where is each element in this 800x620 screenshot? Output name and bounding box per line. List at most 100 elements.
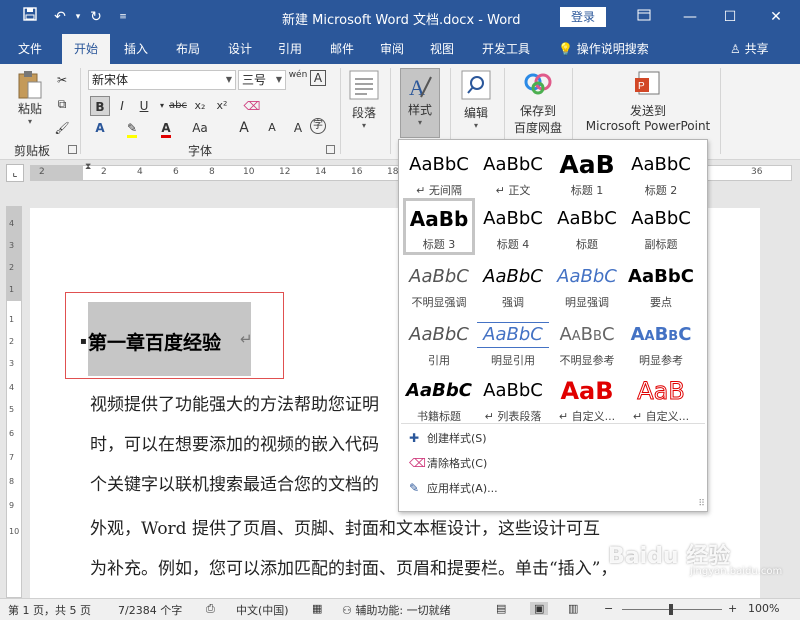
style-heading-1[interactable]: AaB 标题 1 <box>551 144 623 201</box>
strikethrough-button[interactable]: abc <box>168 96 188 116</box>
shrink-font-button[interactable]: A <box>262 118 282 138</box>
character-shading-icon[interactable]: A <box>288 118 308 138</box>
tab-developer[interactable]: 开发工具 <box>474 34 538 64</box>
font-name-combo[interactable]: 新宋体 ▼ <box>88 70 236 90</box>
login-button[interactable]: 登录 <box>560 7 606 27</box>
style-strong[interactable]: AaBbC 要点 <box>625 256 697 313</box>
vertical-ruler[interactable]: 4 3 2 1 1 2 3 4 5 6 7 8 9 10 <box>6 206 22 598</box>
customize-quick-access-icon[interactable]: ≡ <box>113 7 133 27</box>
grow-font-button[interactable]: A <box>234 118 254 138</box>
lightbulb-icon: 💡 <box>558 42 573 56</box>
character-border-icon[interactable]: A <box>310 70 326 86</box>
font-launcher-icon[interactable] <box>326 145 335 154</box>
vertical-scrollbar[interactable] <box>778 186 800 598</box>
body-line[interactable]: 个关键字以联机搜索最适合您的文档的 <box>90 470 379 495</box>
phonetic-guide-button[interactable]: wén <box>288 70 308 90</box>
style-list-paragraph[interactable]: AaBbC ↵ 列表段落 <box>477 370 549 427</box>
tab-home[interactable]: 开始 <box>62 34 110 64</box>
style-custom-2[interactable]: AaB ↵ 自定义... <box>625 370 697 427</box>
tab-insert[interactable]: 插入 <box>114 34 158 64</box>
zoom-slider-thumb[interactable] <box>669 604 673 615</box>
style-emphasis[interactable]: AaBbC 强调 <box>477 256 549 313</box>
style-no-spacing[interactable]: AaBbC ↵ 无间隔 <box>403 144 475 201</box>
ribbon-display-options-icon[interactable] <box>632 5 656 29</box>
bold-button[interactable]: B <box>90 96 110 116</box>
indent-marker-icon[interactable]: ⧗ <box>85 162 91 172</box>
subscript-button[interactable]: x₂ <box>190 96 210 116</box>
style-intense-quote[interactable]: AaBbC 明显引用 <box>477 314 549 371</box>
language-indicator[interactable]: 中文(中国) <box>236 602 289 618</box>
superscript-button[interactable]: x² <box>212 96 232 116</box>
close-icon[interactable]: ✕ <box>764 5 788 29</box>
save-to-baidu-button[interactable]: 保存到 百度网盘 <box>508 70 568 136</box>
tab-review[interactable]: 审阅 <box>370 34 414 64</box>
proofing-icon[interactable]: ⎙ <box>206 602 215 616</box>
underline-button[interactable]: U <box>134 96 154 116</box>
save-icon[interactable] <box>20 7 40 27</box>
enclose-characters-icon[interactable]: 字 <box>310 118 326 134</box>
create-style-menu-item[interactable]: ✚ 创建样式(S) <box>409 427 699 449</box>
accessibility-status[interactable]: ⚇ 辅助功能: 一切就绪 <box>342 602 451 618</box>
tell-me-search[interactable]: 💡 操作说明搜索 <box>558 34 649 64</box>
zoom-out-button[interactable]: − <box>604 602 613 615</box>
redo-icon[interactable]: ↻ <box>86 7 106 27</box>
text-effects-button[interactable]: A <box>90 118 110 138</box>
minimize-icon[interactable]: — <box>678 5 702 29</box>
style-subtle-reference[interactable]: AaBbC 不明显参考 <box>551 314 623 371</box>
body-line[interactable]: 外观，Word 提供了页眉、页脚、封面和文本框设计，这些设计可互 <box>90 514 600 539</box>
style-heading-2[interactable]: AaBbC 标题 2 <box>625 144 697 201</box>
document-heading[interactable]: 第一章百度经验 <box>88 328 221 355</box>
macro-icon[interactable]: ▦ <box>312 602 322 615</box>
undo-icon[interactable]: ↶ <box>50 7 70 27</box>
web-layout-icon[interactable]: ▥ <box>568 602 578 615</box>
change-case-button[interactable]: Aa <box>190 118 210 138</box>
style-heading-4[interactable]: AaBbC 标题 4 <box>477 198 549 255</box>
tab-layout[interactable]: 布局 <box>166 34 210 64</box>
paste-button[interactable]: 粘贴 ▾ <box>12 70 48 126</box>
paragraph-button[interactable]: 段落 ▾ <box>346 70 382 130</box>
tab-design[interactable]: 设计 <box>218 34 262 64</box>
word-count[interactable]: 7/2384 个字 <box>118 602 182 618</box>
print-layout-icon[interactable]: ▣ <box>530 602 549 615</box>
style-title[interactable]: AaBbC 标题 <box>551 198 623 255</box>
style-custom-1[interactable]: AaB ↵ 自定义... <box>551 370 623 427</box>
zoom-in-button[interactable]: + <box>728 602 737 615</box>
read-mode-icon[interactable]: ▤ <box>496 602 506 615</box>
body-line[interactable]: 视频提供了功能强大的方法帮助您证明 <box>90 390 379 415</box>
italic-button[interactable]: I <box>112 96 132 116</box>
apply-styles-menu-item[interactable]: ✎ 应用样式(A)... <box>409 477 699 499</box>
font-size-combo[interactable]: 三号 ▼ <box>238 70 286 90</box>
style-subtitle[interactable]: AaBbC 副标题 <box>625 198 697 255</box>
send-to-powerpoint-button[interactable]: P 发送到 Microsoft PowerPoint <box>580 70 716 133</box>
tab-selector-icon[interactable]: ⌞ <box>6 164 24 182</box>
undo-dropdown-icon[interactable]: ▾ <box>68 7 88 27</box>
cut-icon[interactable]: ✂ <box>52 70 72 90</box>
format-painter-icon[interactable]: 🖌 <box>52 118 72 138</box>
tab-view[interactable]: 视图 <box>420 34 464 64</box>
zoom-level[interactable]: 100% <box>748 602 779 615</box>
font-color-button[interactable]: A <box>156 118 176 138</box>
page-count[interactable]: 第 1 页，共 5 页 <box>8 602 91 618</box>
resize-grip-icon[interactable]: ⠿ <box>698 499 705 509</box>
share-button[interactable]: ♙ 共享 <box>730 34 769 64</box>
tab-references[interactable]: 引用 <box>268 34 312 64</box>
styles-button[interactable]: A 样式 ▾ <box>400 68 440 138</box>
clear-formatting-icon[interactable]: ⌫ <box>242 96 262 116</box>
body-line[interactable]: 时，可以在想要添加的视频的嵌入代码 <box>90 430 379 455</box>
style-normal[interactable]: AaBbC ↵ 正文 <box>477 144 549 201</box>
style-subtle-emphasis[interactable]: AaBbC 不明显强调 <box>403 256 475 313</box>
style-quote[interactable]: AaBbC 引用 <box>403 314 475 371</box>
style-heading-3[interactable]: AaBb 标题 3 <box>403 198 475 255</box>
clear-formatting-menu-item[interactable]: ⌫清除格式(C) <box>409 452 699 474</box>
style-intense-emphasis[interactable]: AaBbC 明显强调 <box>551 256 623 313</box>
highlight-color-icon[interactable]: ✎ <box>122 118 142 138</box>
editing-button[interactable]: 编辑 ▾ <box>456 70 496 130</box>
clipboard-launcher-icon[interactable] <box>68 145 77 154</box>
tab-file[interactable]: 文件 <box>6 34 54 64</box>
maximize-icon[interactable]: ☐ <box>718 5 742 29</box>
tab-mailings[interactable]: 邮件 <box>320 34 364 64</box>
copy-icon[interactable]: ⧉ <box>52 94 72 114</box>
style-intense-reference[interactable]: AaBbC 明显参考 <box>625 314 697 371</box>
style-book-title[interactable]: AaBbC 书籍标题 <box>403 370 475 427</box>
body-line[interactable]: 为补充。例如，您可以添加匹配的封面、页眉和提要栏。单击“插入”， <box>90 554 617 579</box>
